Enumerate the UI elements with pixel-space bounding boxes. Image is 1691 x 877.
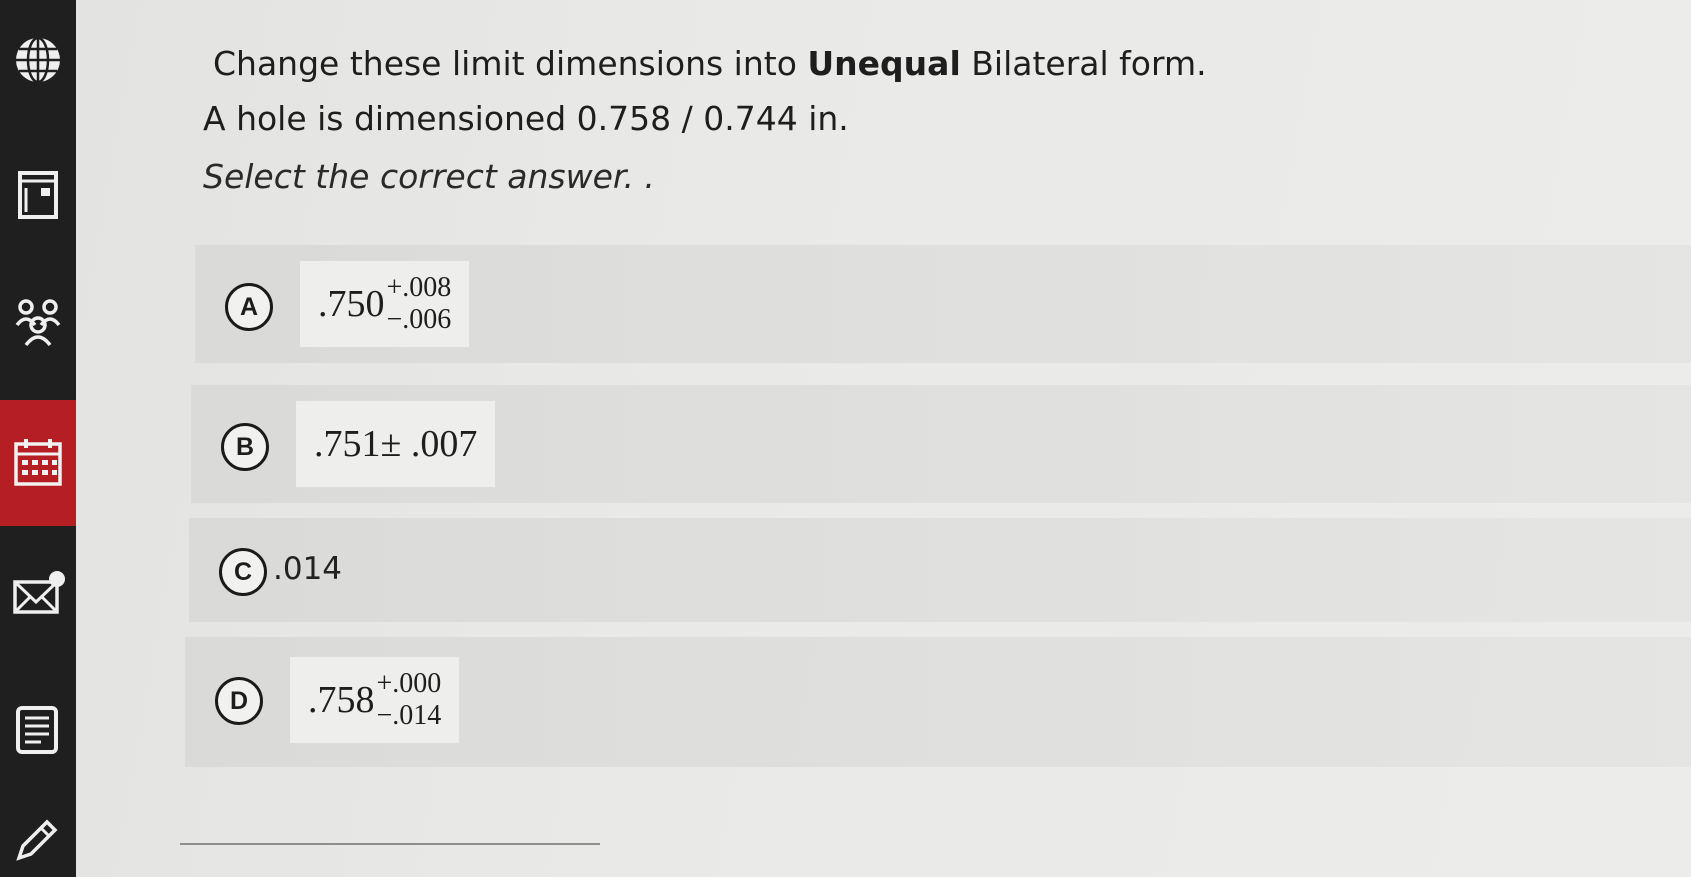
option-answer: .751± .007 [296,401,496,487]
answer-option-d[interactable]: D .758 +.000 −.014 [185,637,1691,767]
tolerance-base: .750 [318,283,385,325]
option-text: .014 [273,551,343,587]
question-detail: A hole is dimensioned 0.758 / 0.744 in. [203,99,849,138]
option-letter-badge: C [219,548,267,596]
calendar-icon [14,439,62,486]
notes-icon [16,706,58,754]
book-icon [18,171,58,219]
option-letter-badge: D [215,677,263,725]
tolerance-base: .758 [308,679,375,721]
nav-globe[interactable] [0,10,76,110]
tolerance-plus: +.000 [376,668,442,699]
answer-option-c[interactable]: C .014 [189,518,1691,622]
option-letter-badge: B [221,423,269,471]
nav-people[interactable] [0,272,76,372]
tolerance-limits: +.008 −.006 [387,272,452,336]
nav-notes[interactable] [0,680,76,780]
question-prompt: Change these limit dimensions into Unequ… [213,44,1207,83]
option-answer: .750 +.008 −.006 [300,261,470,347]
option-letter-badge: A [225,283,273,331]
tolerance-plus: +.008 [386,272,452,303]
nav-edit[interactable] [0,800,76,877]
question-area: Change these limit dimensions into Unequ… [185,0,1691,877]
nav-mail[interactable] [0,545,76,645]
question-instruction: Select the correct answer. . [203,157,655,196]
globe-icon [16,36,60,84]
divider [180,843,600,845]
mail-icon [13,571,65,614]
nav-calendar[interactable] [0,400,76,526]
tolerance-minus: −.014 [376,700,442,731]
answer-option-a[interactable]: A .750 +.008 −.006 [195,245,1691,363]
sidebar [0,0,76,877]
answer-option-b[interactable]: B .751± .007 [191,385,1691,503]
option-text: .751± .007 [314,423,478,465]
people-icon [15,299,61,347]
option-answer: .758 +.000 −.014 [290,657,460,743]
tolerance-minus: −.006 [386,304,452,335]
nav-book[interactable] [0,145,76,245]
option-answer: .014 [267,526,348,612]
edit-icon [16,819,58,861]
tolerance-limits: +.000 −.014 [377,668,442,732]
